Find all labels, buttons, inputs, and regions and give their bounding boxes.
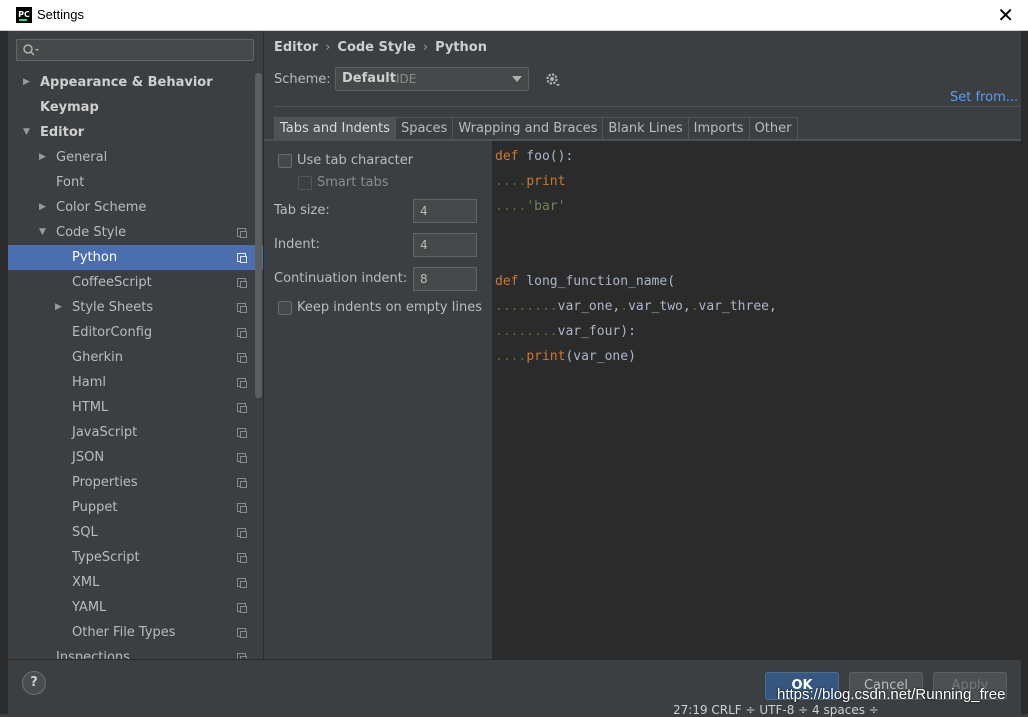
tab-spaces[interactable]: Spaces xyxy=(394,117,454,140)
copy-scheme-icon xyxy=(237,478,247,488)
tab-bar: Tabs and Indents Spaces Wrapping and Bra… xyxy=(274,117,798,140)
tree-item-xml[interactable]: XML xyxy=(8,570,263,595)
copy-scheme-icon xyxy=(237,528,247,538)
chevron-right-icon[interactable]: ▶ xyxy=(23,70,30,95)
copy-scheme-icon xyxy=(237,403,247,413)
code-preview[interactable]: def foo(): ....print ....'bar' def long_… xyxy=(492,141,1021,659)
tree-item-font[interactable]: Font xyxy=(8,170,263,195)
code-line: def foo(): xyxy=(495,149,574,164)
watermark: https://blog.csdn.net/Running_free xyxy=(777,686,1006,703)
tree-item-color-scheme[interactable]: ▶ Color Scheme xyxy=(8,195,263,220)
copy-scheme-icon xyxy=(237,603,247,613)
checkbox-box[interactable] xyxy=(298,176,312,190)
background-window-edge xyxy=(0,31,8,714)
tab-tabs-and-indents[interactable]: Tabs and Indents xyxy=(274,117,396,140)
code-line: ........var_four): xyxy=(495,324,636,339)
breadcrumb-separator: › xyxy=(325,40,331,55)
tree-item-keymap[interactable]: Keymap xyxy=(8,95,263,120)
copy-scheme-icon xyxy=(237,278,247,288)
tree-item-other-file-types[interactable]: Other File Types xyxy=(8,620,263,645)
copy-scheme-icon xyxy=(237,228,247,238)
breadcrumb-code-style: Code Style xyxy=(337,40,416,55)
tab-imports[interactable]: Imports xyxy=(687,117,750,140)
background-window-edge xyxy=(1021,31,1028,714)
tree-item-html[interactable]: HTML xyxy=(8,395,263,420)
tree-item-yaml[interactable]: YAML xyxy=(8,595,263,620)
chevron-right-icon[interactable]: ▶ xyxy=(39,195,46,220)
tree-item-inspections[interactable]: Inspections xyxy=(8,645,263,659)
code-line: ........var_one,.var_two,.var_three, xyxy=(495,299,777,314)
continuation-indent-input[interactable] xyxy=(413,267,477,291)
sidebar-scrollbar[interactable] xyxy=(255,73,262,398)
indent-options-panel: Use tab character Smart tabs Tab size: I… xyxy=(264,141,492,659)
tree-item-gherkin[interactable]: Gherkin xyxy=(8,345,263,370)
close-icon[interactable]: ✕ xyxy=(997,3,1014,27)
chevron-right-icon[interactable]: ▶ xyxy=(39,145,46,170)
tree-item-properties[interactable]: Properties xyxy=(8,470,263,495)
tree-item-editorconfig[interactable]: EditorConfig xyxy=(8,320,263,345)
chevron-down-icon[interactable]: ▼ xyxy=(39,220,46,245)
search-icon xyxy=(23,44,39,56)
scheme-sub: IDE xyxy=(396,72,417,86)
breadcrumb-separator: › xyxy=(422,40,429,55)
code-line: ....print xyxy=(495,174,566,189)
tab-blank-lines[interactable]: Blank Lines xyxy=(602,117,689,140)
tree-item-appearance-behavior[interactable]: ▶ Appearance & Behavior xyxy=(8,70,263,95)
copy-scheme-icon xyxy=(237,378,247,388)
gear-icon[interactable] xyxy=(545,72,561,88)
tab-wrapping-and-braces[interactable]: Wrapping and Braces xyxy=(452,117,604,140)
pycharm-logo-icon: PC xyxy=(16,7,32,23)
breadcrumb-editor: Editor xyxy=(274,40,319,55)
code-line: def long_function_name( xyxy=(495,274,676,289)
tree-item-haml[interactable]: Haml xyxy=(8,370,263,395)
copy-scheme-icon xyxy=(237,503,247,513)
tree-item-python[interactable]: Python xyxy=(8,245,263,270)
copy-scheme-icon xyxy=(237,628,247,638)
chevron-down-icon[interactable]: ▼ xyxy=(23,120,30,145)
copy-scheme-icon xyxy=(237,253,247,263)
tree-item-sql[interactable]: SQL xyxy=(8,520,263,545)
set-from-link[interactable]: Set from... xyxy=(950,90,1018,105)
breadcrumb-python: Python xyxy=(435,40,487,55)
window-title: Settings xyxy=(37,7,84,22)
settings-tree: ▶ Appearance & Behavior Keymap ▼ Editor … xyxy=(8,31,264,659)
code-line: ....print(var_one) xyxy=(495,349,636,364)
tree-item-javascript[interactable]: JavaScript xyxy=(8,420,263,445)
title-bar: PC Settings ✕ xyxy=(0,0,1028,31)
copy-scheme-icon xyxy=(237,578,247,588)
tree-item-typescript[interactable]: TypeScript xyxy=(8,545,263,570)
tree-item-general[interactable]: ▶ General xyxy=(8,145,263,170)
divider xyxy=(274,106,1020,107)
tree-item-json[interactable]: JSON xyxy=(8,445,263,470)
tree-item-editor[interactable]: ▼ Editor xyxy=(8,120,263,145)
scheme-value: Default xyxy=(342,71,396,86)
dropdown-arrow-icon xyxy=(512,76,522,82)
copy-scheme-icon xyxy=(237,353,247,363)
tab-size-label: Tab size: xyxy=(274,203,330,218)
breadcrumb: Editor › Code Style › Python xyxy=(274,40,487,55)
copy-scheme-icon xyxy=(237,553,247,563)
code-line: ....'bar' xyxy=(495,199,566,214)
indent-input[interactable] xyxy=(413,233,477,257)
help-icon[interactable]: ? xyxy=(22,671,46,695)
continuation-indent-label: Continuation indent: xyxy=(274,271,408,286)
checkbox-box[interactable] xyxy=(278,154,292,168)
copy-scheme-icon xyxy=(237,303,247,313)
tree-item-puppet[interactable]: Puppet xyxy=(8,495,263,520)
chevron-right-icon[interactable]: ▶ xyxy=(55,295,62,320)
search-input[interactable] xyxy=(16,39,254,61)
tree-item-code-style[interactable]: ▼ Code Style xyxy=(8,220,263,245)
tree-item-coffeescript[interactable]: CoffeeScript xyxy=(8,270,263,295)
indent-label: Indent: xyxy=(274,237,321,252)
scheme-label: Scheme: xyxy=(274,72,331,87)
copy-scheme-icon xyxy=(237,453,247,463)
scheme-select[interactable]: Default IDE xyxy=(335,67,529,91)
status-bar-fragment: 27:19 CRLF ÷ UTF-8 ÷ 4 spaces ÷ xyxy=(673,703,879,717)
tree-item-style-sheets[interactable]: ▶ Style Sheets xyxy=(8,295,263,320)
tab-other[interactable]: Other xyxy=(748,117,798,140)
copy-scheme-icon xyxy=(237,428,247,438)
checkbox-box[interactable] xyxy=(278,301,292,315)
copy-scheme-icon xyxy=(237,328,247,338)
tab-size-input[interactable] xyxy=(413,199,477,223)
